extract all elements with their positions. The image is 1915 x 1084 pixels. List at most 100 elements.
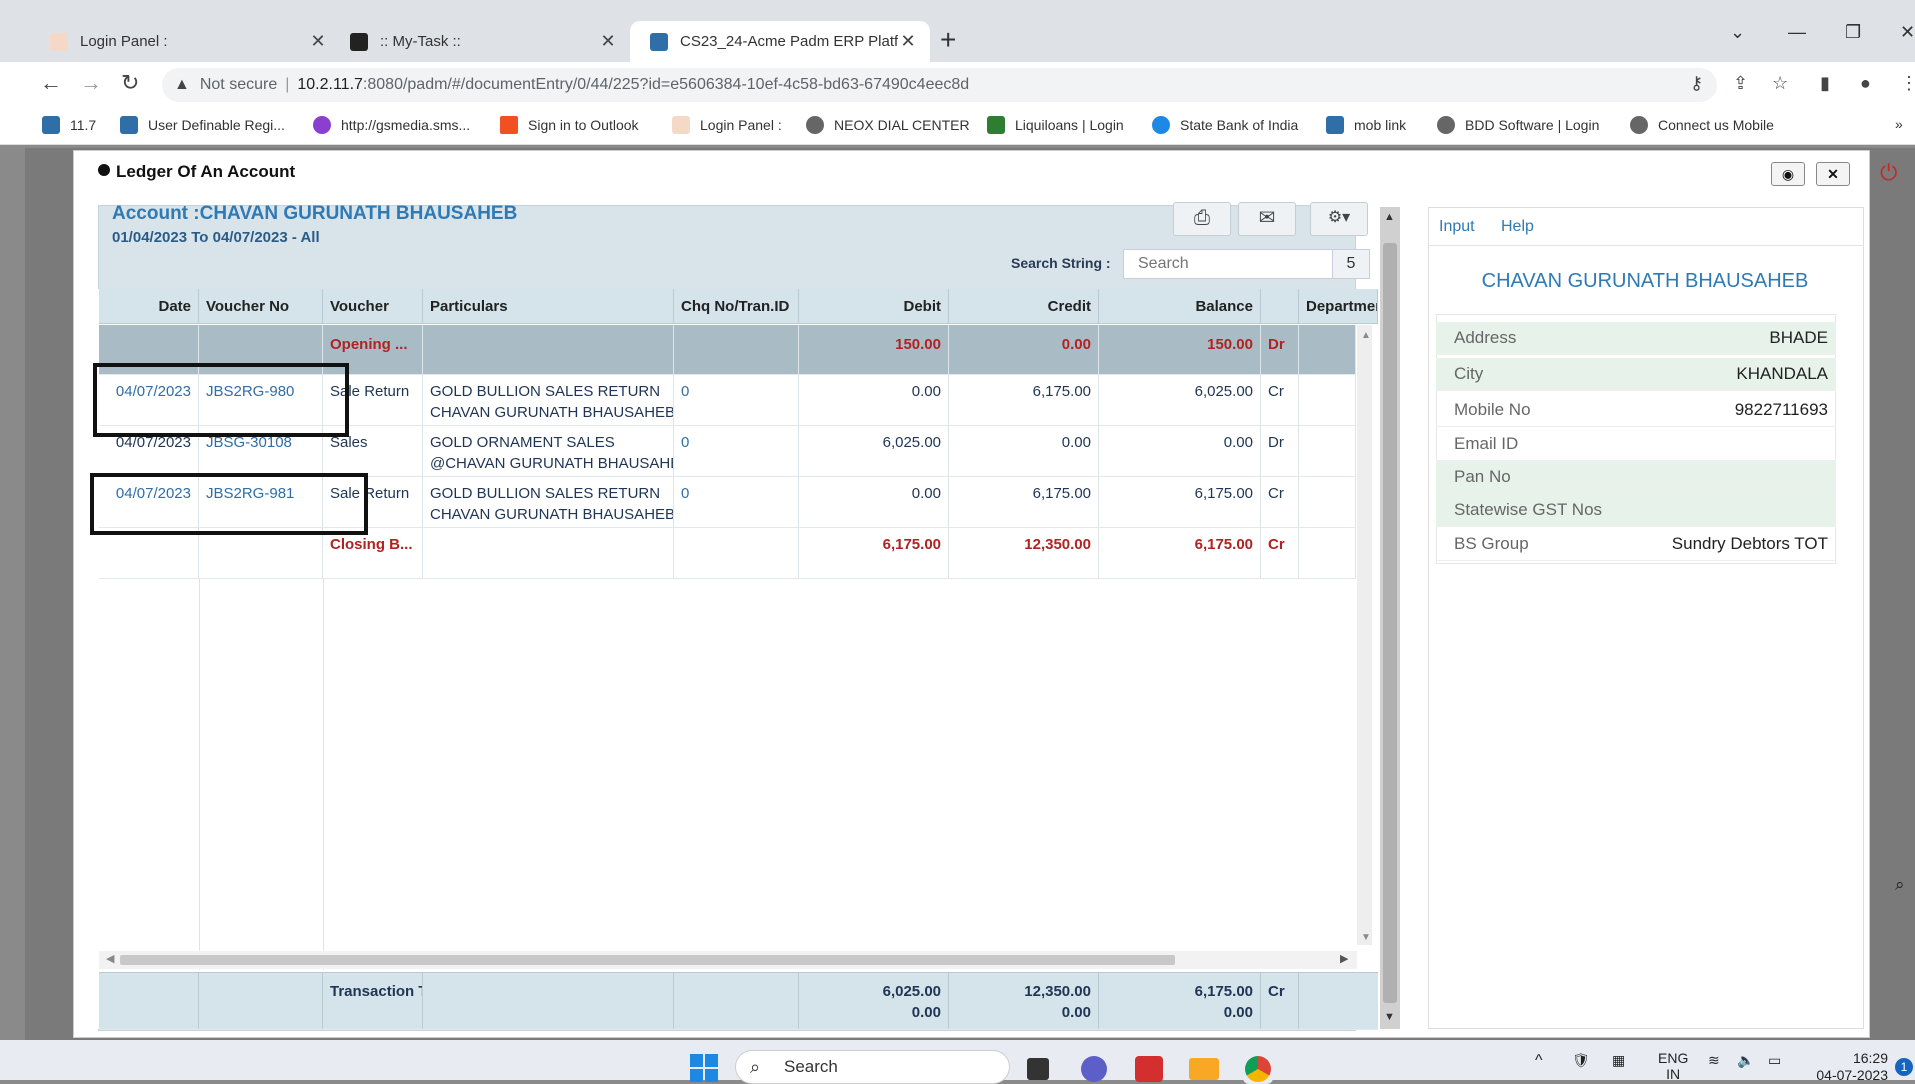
- settings-icon[interactable]: ⚙▾: [1310, 202, 1368, 236]
- total-debit: 6,025.00 0.00: [799, 973, 949, 1029]
- file-explorer-icon[interactable]: [1189, 1058, 1219, 1080]
- tab-search-icon[interactable]: ⌄: [1730, 22, 1745, 43]
- security-label[interactable]: Not secure: [200, 76, 277, 94]
- wps-icon[interactable]: [1135, 1056, 1163, 1082]
- prop-row-pan: Pan No: [1436, 461, 1836, 494]
- col-header-particulars[interactable]: Particulars: [423, 289, 674, 324]
- key-icon[interactable]: ⚷: [1690, 73, 1703, 94]
- sidepanel-icon[interactable]: ▮: [1820, 73, 1830, 94]
- scroll-down-icon[interactable]: ▼: [1361, 932, 1371, 943]
- bookmark-item[interactable]: Login Panel :: [672, 116, 782, 134]
- forward-icon[interactable]: →: [80, 70, 102, 96]
- cell-department: [1299, 528, 1356, 578]
- total-value: 6,025.00: [882, 983, 941, 1000]
- print-icon[interactable]: ⎙: [1173, 202, 1231, 236]
- close-icon[interactable]: ✕: [1816, 162, 1850, 186]
- battery-icon[interactable]: ▭: [1768, 1052, 1781, 1069]
- taskbar-search[interactable]: ⌕ Search: [735, 1050, 1010, 1084]
- bookmark-item[interactable]: http://gsmedia.sms...: [313, 116, 470, 134]
- search-label: Search String :: [1011, 255, 1111, 271]
- bookmark-item[interactable]: Sign in to Outlook: [500, 116, 639, 134]
- minimize-button[interactable]: —: [1788, 22, 1806, 43]
- closing-row[interactable]: Closing B... 6,175.00 12,350.00 6,175.00…: [99, 528, 1356, 579]
- bookmark-item[interactable]: State Bank of India: [1152, 116, 1298, 134]
- omnibox[interactable]: ▲ Not secure | 10.2.11.7:8080/padm/#/doc…: [162, 68, 1717, 102]
- bookmark-label: State Bank of India: [1180, 117, 1299, 133]
- col-header-department[interactable]: Departmer: [1299, 289, 1378, 324]
- tab-help[interactable]: Help: [1501, 218, 1534, 236]
- col-header-credit[interactable]: Credit: [949, 289, 1099, 324]
- restore-button[interactable]: ❐: [1845, 22, 1861, 43]
- prop-row-bs-group: BS Group Sundry Debtors TOT: [1436, 528, 1836, 561]
- cell-chq: 0: [674, 426, 799, 476]
- search-icon[interactable]: ⌕: [1895, 875, 1905, 895]
- star-icon[interactable]: ☆: [1772, 73, 1788, 94]
- col-header-chq[interactable]: Chq No/Tran.ID: [674, 289, 799, 324]
- reload-icon[interactable]: ↻: [121, 70, 139, 96]
- totals-label: Transaction T: [323, 973, 423, 1029]
- scroll-up-icon[interactable]: ▲: [1384, 211, 1395, 223]
- close-window-button[interactable]: ✕: [1900, 22, 1915, 43]
- bookmark-item[interactable]: Liquiloans | Login: [987, 116, 1124, 134]
- particulars-line: @CHAVAN GURUNATH BHAUSAHE: [430, 455, 674, 472]
- grid-vertical-scrollbar[interactable]: [1357, 325, 1372, 945]
- totals-row: Transaction T 6,025.00 0.00 12,350.00 0.00…: [99, 972, 1378, 1030]
- prop-value: BHADE: [1769, 328, 1828, 347]
- close-tab-icon[interactable]: ✕: [308, 31, 328, 52]
- scroll-down-icon[interactable]: ▼: [1384, 1011, 1395, 1023]
- cell-voucher: Closing B...: [323, 528, 423, 578]
- hide-icon[interactable]: ◉: [1771, 162, 1805, 186]
- search-input[interactable]: [1123, 249, 1333, 279]
- prop-row-address: Address BHADE: [1436, 322, 1836, 355]
- clock[interactable]: 16:29 04-07-2023: [1808, 1050, 1888, 1084]
- tab-my-task[interactable]: :: My-Task :: ✕: [330, 21, 630, 62]
- bookmark-item[interactable]: 11.7: [42, 116, 96, 134]
- tab-erp-active[interactable]: CS23_24-Acme Padm ERP Platfor ✕: [630, 21, 930, 62]
- col-header-voucher[interactable]: Voucher: [323, 289, 423, 324]
- power-icon[interactable]: ⏻: [1880, 160, 1897, 186]
- col-header-balance[interactable]: Balance: [1099, 289, 1261, 324]
- bookmarks-overflow[interactable]: »: [1895, 116, 1903, 132]
- bookmark-item[interactable]: BDD Software | Login: [1437, 116, 1599, 134]
- tab-login-panel[interactable]: Login Panel : ✕: [30, 21, 340, 62]
- scroll-left-icon[interactable]: ◀: [106, 952, 114, 965]
- particulars-line: GOLD BULLION SALES RETURN: [430, 485, 661, 502]
- bookmarks-bar: 11.7 User Definable Regi... http://gsmed…: [0, 106, 1915, 145]
- volume-icon[interactable]: 🔈: [1737, 1052, 1754, 1069]
- share-icon[interactable]: ⇪: [1733, 73, 1748, 94]
- bookmark-item[interactable]: NEOX DIAL CENTER: [806, 116, 970, 134]
- new-tab-button[interactable]: +: [940, 24, 956, 56]
- close-tab-icon[interactable]: ✕: [898, 31, 918, 52]
- language-indicator[interactable]: ENG IN: [1658, 1050, 1688, 1082]
- cell-drcr: Cr: [1261, 528, 1299, 578]
- bookmark-item[interactable]: Connect us Mobile: [1630, 116, 1774, 134]
- col-header-date[interactable]: Date: [99, 289, 199, 324]
- url-text[interactable]: 10.2.11.7:8080/padm/#/documentEntry/0/44…: [297, 76, 969, 94]
- cell-chq: [674, 325, 799, 374]
- bookmark-item[interactable]: mob link: [1326, 116, 1406, 134]
- task-view-icon[interactable]: [1027, 1058, 1049, 1080]
- email-icon[interactable]: ✉: [1238, 202, 1296, 236]
- menu-icon[interactable]: ⋮: [1900, 73, 1915, 94]
- profile-icon[interactable]: ●: [1860, 73, 1871, 94]
- bookmark-item[interactable]: User Definable Regi...: [120, 116, 285, 134]
- back-icon[interactable]: ←: [40, 70, 62, 96]
- windows-start-icon[interactable]: [690, 1054, 718, 1082]
- warning-icon: ▲: [174, 76, 190, 93]
- col-header-debit[interactable]: Debit: [799, 289, 949, 324]
- shield-icon[interactable]: 🛡: [1572, 1052, 1590, 1069]
- notification-badge[interactable]: 1: [1895, 1058, 1913, 1076]
- period-label: 01/04/2023 To 04/07/2023 - All: [112, 229, 320, 246]
- wifi-icon[interactable]: ≋: [1708, 1052, 1720, 1069]
- col-header-voucher-no[interactable]: Voucher No: [199, 289, 323, 324]
- close-tab-icon[interactable]: ✕: [598, 31, 618, 52]
- ledger-scroll-thumb[interactable]: [1383, 243, 1397, 1003]
- horizontal-scroll-thumb[interactable]: [120, 955, 1175, 965]
- col-header-drcr[interactable]: [1261, 289, 1299, 324]
- tray-overflow-icon[interactable]: ^: [1535, 1052, 1543, 1070]
- tab-input[interactable]: Input: [1439, 218, 1475, 236]
- teams-icon[interactable]: [1081, 1056, 1107, 1082]
- app-tray-icon[interactable]: ▦: [1612, 1052, 1625, 1069]
- scroll-up-icon[interactable]: ▲: [1361, 330, 1371, 341]
- scroll-right-icon[interactable]: ▶: [1340, 952, 1348, 965]
